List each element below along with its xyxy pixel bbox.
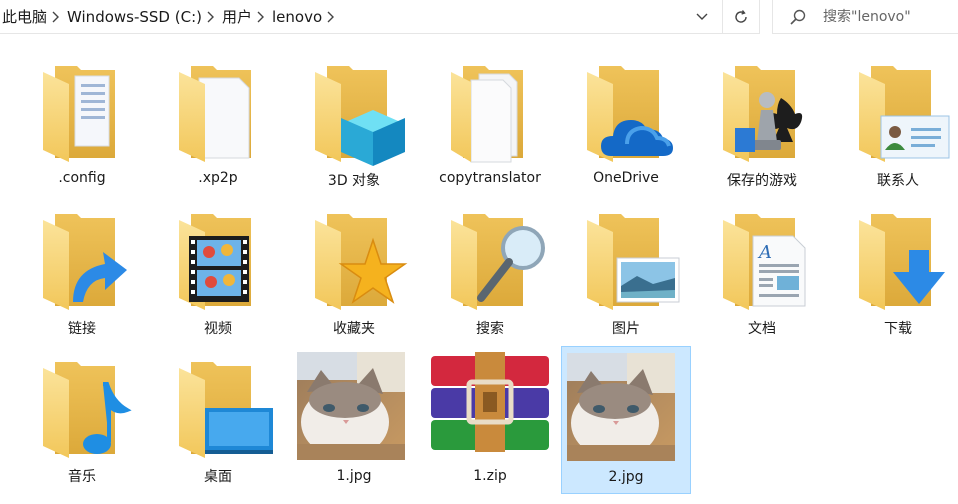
address-bar-area: 此电脑 Windows-SSD (C:) 用户 lenovo [0, 0, 958, 34]
chevron-right-icon[interactable] [322, 11, 340, 23]
item-label: 音乐 [68, 469, 96, 485]
desktop-monitor-icon [153, 354, 283, 464]
list-item[interactable]: 下载 [833, 206, 958, 352]
onedrive-cloud-icon [561, 58, 691, 168]
folder-pages-icon [425, 58, 555, 168]
list-item[interactable]: 1.jpg [289, 346, 419, 492]
address-history-dropdown[interactable] [690, 6, 714, 28]
breadcrumb-users[interactable]: 用户 [220, 6, 252, 27]
item-label: 联系人 [877, 173, 919, 189]
list-item[interactable]: 收藏夹 [289, 206, 419, 352]
chevron-right-icon[interactable] [202, 11, 220, 23]
list-item[interactable]: 1.zip [425, 346, 555, 492]
breadcrumb-drive[interactable]: Windows-SSD (C:) [65, 8, 202, 26]
cat-photo-thumbnail [561, 347, 691, 459]
item-label: 图片 [612, 321, 640, 337]
item-label: 2.jpg [608, 469, 644, 485]
item-label: OneDrive [593, 170, 659, 186]
folder-blank-page-icon [153, 58, 283, 168]
chevron-right-icon[interactable] [252, 11, 270, 23]
list-item[interactable]: 视频 [153, 206, 283, 352]
svg-text:A: A [757, 242, 772, 263]
list-item[interactable]: .xp2p [153, 58, 283, 204]
list-item[interactable]: OneDrive [561, 58, 691, 204]
list-item[interactable]: 联系人 [833, 58, 958, 204]
folder-document-icon [17, 58, 147, 168]
videos-filmstrip-icon [153, 206, 283, 316]
search-input[interactable] [821, 7, 955, 26]
item-label: .config [58, 170, 106, 186]
item-label: 1.jpg [336, 468, 372, 484]
item-label: 桌面 [204, 469, 232, 485]
favorites-star-icon [289, 206, 419, 316]
pictures-icon [561, 206, 691, 316]
chevron-right-icon[interactable] [47, 11, 65, 23]
list-item[interactable]: 音乐 [17, 354, 147, 500]
list-item[interactable]: 保存的游戏 [697, 58, 827, 204]
saved-games-icon [697, 58, 827, 168]
documents-icon: A [697, 206, 827, 316]
list-item-selected[interactable]: 2.jpg [561, 346, 691, 494]
search-icon [789, 7, 809, 27]
search-box[interactable] [772, 0, 958, 34]
music-note-icon [17, 354, 147, 464]
list-item[interactable]: .config [17, 58, 147, 204]
contacts-icon [833, 58, 958, 168]
chevron-down-icon [696, 13, 708, 20]
item-label: .xp2p [198, 170, 238, 186]
item-label: 保存的游戏 [727, 173, 797, 189]
item-label: 链接 [68, 321, 96, 337]
list-item[interactable]: 桌面 [153, 354, 283, 500]
item-label: 下载 [884, 321, 912, 337]
item-label: 收藏夹 [333, 321, 375, 337]
list-item[interactable]: 图片 [561, 206, 691, 352]
item-label: 视频 [204, 321, 232, 337]
item-label: 3D 对象 [327, 173, 381, 189]
list-item[interactable]: 搜索 [425, 206, 555, 352]
folder-3d-objects-icon [289, 58, 419, 168]
links-arrow-icon [17, 206, 147, 316]
breadcrumb-this-pc[interactable]: 此电脑 [0, 6, 47, 27]
item-label: 1.zip [473, 468, 507, 484]
list-item[interactable]: 3D 对象 [289, 58, 419, 204]
searches-magnifier-icon [425, 206, 555, 316]
list-item[interactable]: copytranslator [425, 58, 555, 204]
winrar-archive-icon [425, 346, 555, 458]
cat-photo-thumbnail [289, 346, 419, 458]
list-item[interactable]: A 文档 [697, 206, 827, 352]
item-label: 文档 [748, 321, 776, 337]
list-item[interactable]: 链接 [17, 206, 147, 352]
breadcrumb[interactable]: 此电脑 Windows-SSD (C:) 用户 lenovo [0, 0, 722, 34]
downloads-arrow-icon [833, 206, 958, 316]
refresh-button[interactable] [722, 0, 760, 34]
refresh-icon [735, 9, 747, 23]
item-label: 搜索 [476, 321, 504, 337]
item-label: copytranslator [439, 170, 541, 186]
breadcrumb-lenovo[interactable]: lenovo [270, 8, 322, 26]
